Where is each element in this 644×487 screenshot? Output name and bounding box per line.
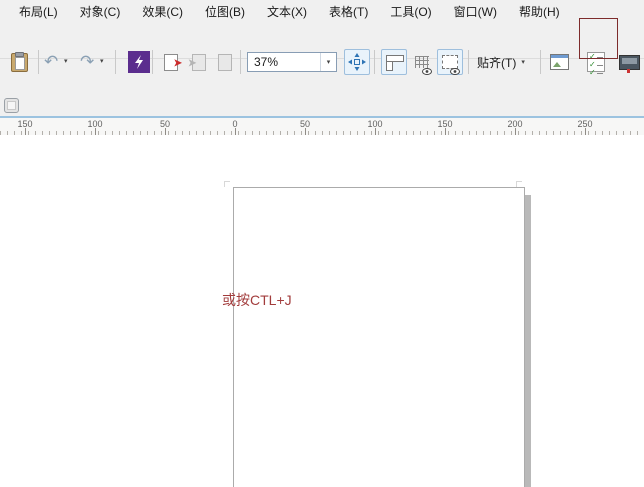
standard-toolbar: ↶ ▾ ↷ ▾ ➤ ➤ 37% ▾ bbox=[0, 22, 644, 59]
page-corner-mark bbox=[224, 181, 230, 187]
document-window-strip bbox=[0, 100, 644, 117]
property-bar: 210.0 mm ▾ ▴ 297.0 mm ▾ ▴ bbox=[0, 59, 644, 101]
ruler-major-tick bbox=[25, 128, 26, 135]
menu-item-3[interactable]: 位图(B) bbox=[194, 1, 256, 22]
menu-item-5[interactable]: 表格(T) bbox=[318, 1, 379, 22]
ruler-major-tick bbox=[375, 128, 376, 135]
ruler-major-tick bbox=[235, 128, 236, 135]
menu-bar: 布局(L)对象(C)效果(C)位图(B)文本(X)表格(T)工具(O)窗口(W)… bbox=[0, 0, 644, 22]
menu-item-1[interactable]: 对象(C) bbox=[69, 1, 132, 22]
menu-item-6[interactable]: 工具(O) bbox=[379, 1, 442, 22]
menu-item-8[interactable]: 帮助(H) bbox=[508, 1, 571, 22]
menu-item-0[interactable]: 布局(L) bbox=[8, 1, 69, 22]
ruler-major-tick bbox=[305, 128, 306, 135]
ruler-major-tick bbox=[515, 128, 516, 135]
menu-item-7[interactable]: 窗口(W) bbox=[443, 1, 508, 22]
page-rectangle[interactable] bbox=[233, 187, 525, 487]
drawing-canvas[interactable]: 或按CTL+J bbox=[0, 135, 644, 487]
document-icon bbox=[4, 98, 19, 113]
ruler-major-tick bbox=[95, 128, 96, 135]
corel-draw-window: 布局(L)对象(C)效果(C)位图(B)文本(X)表格(T)工具(O)窗口(W)… bbox=[0, 0, 644, 487]
page-shadow bbox=[525, 195, 531, 487]
instruction-text: 或按CTL+J bbox=[222, 290, 292, 310]
ruler-major-tick bbox=[445, 128, 446, 135]
menu-item-4[interactable]: 文本(X) bbox=[256, 1, 318, 22]
horizontal-ruler[interactable]: 15010050050100150200250 bbox=[0, 118, 644, 136]
annotation-highlight-box bbox=[579, 18, 618, 59]
ruler-major-tick bbox=[165, 128, 166, 135]
menu-item-2[interactable]: 效果(C) bbox=[131, 1, 194, 22]
ruler-major-tick bbox=[585, 128, 586, 135]
